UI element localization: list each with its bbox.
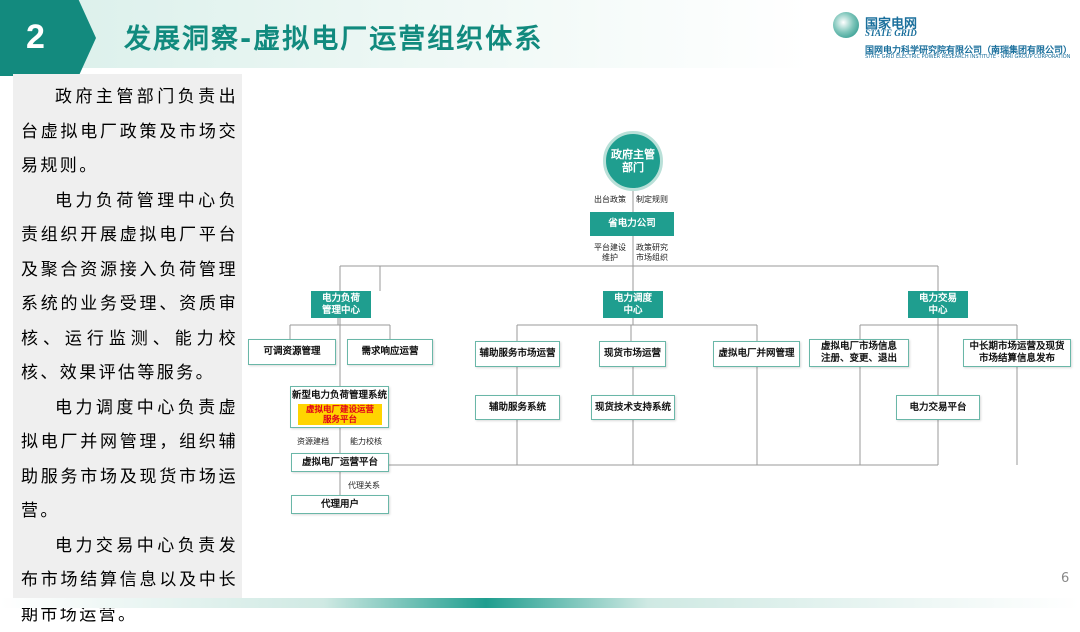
vpp-grid-management-node: 虚拟电厂并网管理 bbox=[713, 341, 800, 367]
trade-center-node: 电力交易 中心 bbox=[908, 291, 968, 318]
ancillary-service-system-node: 辅助服务系统 bbox=[475, 395, 560, 420]
label-capacity-check: 能力校核 bbox=[350, 437, 382, 447]
description-panel: 政府主管部门负责出台虚拟电厂政策及市场交易规则。 电力负荷管理中心负责组织开展虚… bbox=[13, 74, 242, 604]
mid-long-term-market-node: 中长期市场运营及现货 市场结算信息发布 bbox=[963, 339, 1071, 367]
label-set-rules: 制定规则 bbox=[636, 195, 668, 205]
new-load-system-label: 新型电力负荷管理系统 bbox=[292, 390, 387, 402]
agent-user-node: 代理用户 bbox=[291, 495, 389, 514]
page-title: 发展洞察-虚拟电厂运营组织体系 bbox=[124, 17, 543, 56]
provincial-company-node: 省电力公司 bbox=[590, 212, 674, 236]
spot-market-ops-node: 现货市场运营 bbox=[599, 341, 666, 367]
demand-response-node: 需求响应运营 bbox=[347, 339, 433, 365]
label-resource-modeling: 资源建档 bbox=[297, 437, 329, 447]
section-number-tab bbox=[0, 0, 96, 76]
paragraph-trade-center: 电力交易中心负责发布市场结算信息以及中长期市场运营。 bbox=[13, 529, 242, 632]
vpp-market-info-node: 虚拟电厂市场信息 注册、变更、退出 bbox=[809, 339, 909, 367]
page-number: 6 bbox=[1061, 571, 1069, 586]
label-issue-policy: 出台政策 bbox=[594, 195, 626, 205]
org-diagram: 政府主管 部门 出台政策 制定规则 省电力公司 平台建设 维护 政策研究 市场组… bbox=[245, 125, 1075, 525]
label-policy-research: 政策研究 市场组织 bbox=[636, 243, 668, 263]
paragraph-load-center: 电力负荷管理中心负责组织开展虚拟电厂平台及聚合资源接入负荷管理系统的业务受理、资… bbox=[13, 184, 242, 391]
header: 2 发展洞察-虚拟电厂运营组织体系 国家电网 STATE GRID 国网电力科学… bbox=[0, 0, 1080, 68]
footer-accent bbox=[0, 598, 1080, 608]
state-grid-globe-icon bbox=[833, 12, 859, 38]
power-trading-platform-node: 电力交易平台 bbox=[896, 395, 980, 420]
logo-org-en: STATE GRID ELECTRIC POWER RESEARCH INSTI… bbox=[865, 54, 1070, 60]
vpp-operation-platform-node: 虚拟电厂运营平台 bbox=[291, 453, 389, 472]
state-grid-logo: 国家电网 STATE GRID 国网电力科学研究院有限公司（南瑞集团有限公司） … bbox=[833, 12, 1073, 60]
ancillary-market-ops-node: 辅助服务市场运营 bbox=[475, 341, 560, 367]
label-agency: 代理关系 bbox=[348, 481, 380, 491]
vpp-service-platform-highlight: 虚拟电厂建设运营 服务平台 bbox=[298, 404, 382, 425]
adjustable-resource-node: 可调资源管理 bbox=[248, 339, 336, 365]
paragraph-government: 政府主管部门负责出台虚拟电厂政策及市场交易规则。 bbox=[13, 80, 242, 184]
logo-name-en: STATE GRID bbox=[865, 28, 917, 38]
spot-tech-support-system-node: 现货技术支持系统 bbox=[591, 395, 675, 420]
load-center-node: 电力负荷 管理中心 bbox=[311, 291, 371, 318]
section-number: 2 bbox=[26, 18, 45, 57]
label-platform-maintenance: 平台建设 维护 bbox=[594, 243, 626, 263]
government-node: 政府主管 部门 bbox=[603, 131, 663, 191]
paragraph-dispatch-center: 电力调度中心负责虚拟电厂并网管理，组织辅助服务市场及现货市场运营。 bbox=[13, 391, 242, 529]
dispatch-center-node: 电力调度 中心 bbox=[603, 291, 663, 318]
